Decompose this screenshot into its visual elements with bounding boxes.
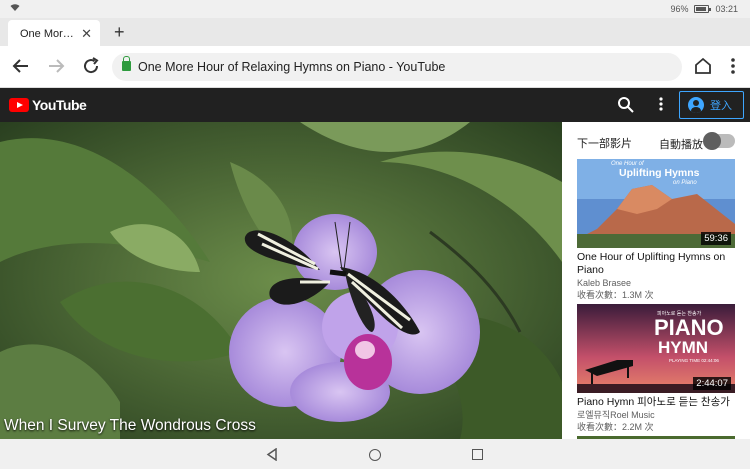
clock: 03:21 — [715, 4, 738, 14]
video-thumbnail[interactable]: One Hour of Uplifting Hymns on Piano 59:… — [577, 159, 735, 248]
search-icon[interactable] — [617, 96, 635, 119]
sign-in-label: 登入 — [710, 100, 732, 112]
browser-toolbar: One More Hour of Relaxing Hymns on Piano… — [0, 46, 750, 88]
battery-icon — [694, 5, 712, 13]
reload-icon[interactable] — [79, 54, 103, 78]
video-channel: 로엘뮤직Roel Music — [577, 410, 655, 420]
video-card[interactable]: 피아노로 듣는 찬송가 PIANO HYMN PLAYING TIME 02:4… — [577, 304, 735, 433]
more-options-icon[interactable] — [657, 96, 665, 116]
thumbnail-text-4: PLAYING TIME 02:44:06 — [669, 358, 719, 363]
nav-recents-icon[interactable] — [472, 449, 483, 460]
video-channel: Kaleb Brasee — [577, 278, 632, 288]
autoplay-label: 自動播放 — [659, 139, 703, 151]
wifi-icon — [10, 3, 20, 14]
video-frame — [0, 122, 562, 439]
nav-home-icon[interactable] — [369, 449, 381, 461]
video-duration: 2:44:07 — [693, 377, 731, 390]
autoplay-toggle[interactable] — [703, 132, 735, 150]
close-tab-icon[interactable]: ✕ — [81, 26, 92, 42]
address-bar[interactable]: One More Hour of Relaxing Hymns on Piano… — [112, 53, 682, 81]
video-card[interactable]: One Hour of Uplifting Hymns on Piano 59:… — [577, 159, 735, 301]
video-views: 收看次數：2.2M 次 — [577, 422, 654, 432]
lock-icon — [122, 56, 131, 71]
thumbnail-text-3: on Piano — [673, 180, 697, 186]
youtube-play-icon — [9, 98, 29, 112]
forward-icon[interactable] — [44, 54, 68, 78]
up-next-label: 下一部影片 — [577, 138, 632, 150]
new-tab-button[interactable]: + — [114, 22, 125, 43]
battery-percent: 96% — [670, 4, 689, 14]
youtube-logo-text: YouTube — [32, 97, 87, 113]
system-nav-bar — [0, 439, 750, 469]
sign-in-button[interactable]: 登入 — [679, 91, 744, 119]
browser-tab[interactable]: One Mor… ✕ — [8, 20, 100, 46]
nav-back-icon[interactable] — [266, 447, 278, 466]
youtube-logo[interactable]: YouTube — [9, 97, 87, 113]
video-views: 收看次數：1.3M 次 — [577, 290, 654, 300]
video-title[interactable]: One Hour of Uplifting Hymns on Piano — [577, 251, 735, 277]
back-icon[interactable] — [9, 54, 33, 78]
thumbnail-text-3: HYMN — [658, 338, 709, 357]
tab-strip: One Mor… ✕ + — [0, 18, 750, 46]
youtube-header: YouTube 登入 — [0, 88, 750, 122]
video-caption: When I Survey The Wondrous Cross — [4, 417, 256, 434]
account-icon — [688, 97, 704, 113]
video-title[interactable]: Piano Hymn 피아노로 듣는 찬송가 — [577, 396, 735, 409]
tab-title: One Mor… — [20, 28, 74, 40]
menu-icon[interactable] — [721, 54, 745, 78]
address-text[interactable]: One More Hour of Relaxing Hymns on Piano… — [138, 60, 445, 74]
status-bar: 96% 03:21 — [0, 0, 750, 18]
thumbnail-text-2: PIANO — [654, 315, 724, 340]
video-player[interactable]: When I Survey The Wondrous Cross — [0, 122, 562, 439]
thumbnail-text-2: Uplifting Hymns — [619, 167, 700, 179]
video-thumbnail[interactable]: 피아노로 듣는 찬송가 PIANO HYMN PLAYING TIME 02:4… — [577, 304, 735, 393]
home-icon[interactable] — [691, 54, 715, 78]
video-duration: 59:36 — [701, 232, 731, 245]
up-next-sidebar: 下一部影片 自動播放 One Hour of Uplifting Hymns o… — [562, 122, 750, 439]
